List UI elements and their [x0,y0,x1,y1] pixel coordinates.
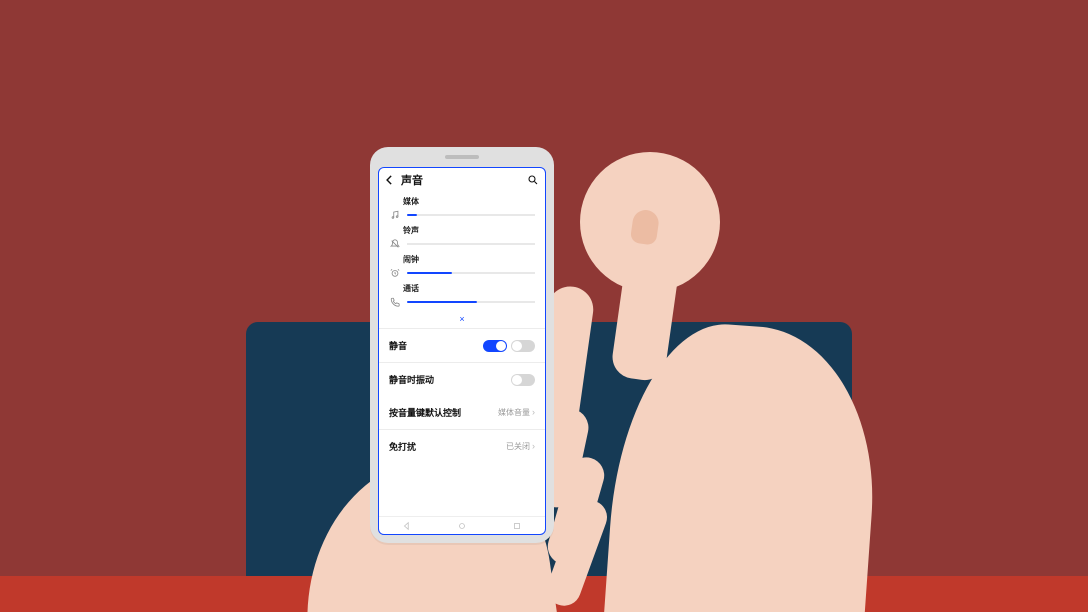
phone-frame: 声音 媒体 [370,147,554,543]
row-label: 静音 [389,339,407,352]
bell-off-icon [389,238,401,250]
call-volume-slider[interactable] [407,298,535,306]
music-note-icon [389,209,401,221]
chevron-right-icon: › [532,408,535,417]
row-label: 免打扰 [389,440,416,453]
settings-header: 声音 [379,168,545,190]
collapse-icon[interactable]: × [389,314,535,324]
slider-fill [407,301,477,303]
volume-section-ringtone: 铃声 [389,225,535,250]
nav-back-icon[interactable] [402,521,412,531]
volume-label: 通话 [389,283,535,294]
nav-recent-icon[interactable] [512,521,522,531]
slider-fill [407,272,452,274]
row-label: 按音量键默认控制 [389,406,461,419]
silent-toggle-secondary[interactable] [511,340,535,352]
row-do-not-disturb[interactable]: 免打扰 已关闭 › [389,430,535,463]
phone-screen: 声音 媒体 [378,167,546,535]
volume-label: 媒体 [389,196,535,207]
alarm-clock-icon [389,267,401,279]
chevron-right-icon: › [532,442,535,451]
phone-speaker [445,155,479,159]
row-volume-key-control[interactable]: 按音量键默认控制 媒体音量 › [389,396,535,429]
vibrate-toggle[interactable] [511,374,535,386]
volume-section-alarm: 闹钟 [389,254,535,279]
row-silent: 静音 [389,329,535,362]
row-value: 媒体音量 [498,407,530,418]
volume-label: 闹钟 [389,254,535,265]
alarm-volume-slider[interactable] [407,269,535,277]
media-volume-slider[interactable] [407,211,535,219]
page-title: 声音 [401,172,523,188]
android-nav-bar [379,516,545,534]
volume-label: 铃声 [389,225,535,236]
back-icon[interactable] [383,173,397,187]
silent-toggle-primary[interactable] [483,340,507,352]
slider-fill [407,214,417,216]
phone-call-icon [389,296,401,308]
row-label: 静音时振动 [389,373,434,386]
volume-section-call: 通话 [389,283,535,308]
ringtone-volume-slider[interactable] [407,240,535,248]
nav-home-icon[interactable] [457,521,467,531]
search-icon[interactable] [527,174,539,186]
row-vibrate-when-silent: 静音时振动 [389,363,535,396]
row-value: 已关闭 [506,441,530,452]
volume-section-media: 媒体 [389,196,535,221]
settings-content: 媒体 铃声 [379,190,545,516]
